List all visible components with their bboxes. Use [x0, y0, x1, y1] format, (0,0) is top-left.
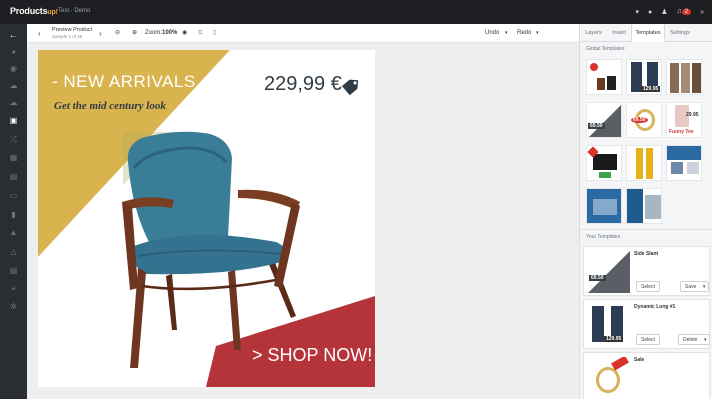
bell-icon[interactable]: ♫ 2	[677, 6, 692, 18]
canvas-tagline[interactable]: Get the mid century look	[54, 100, 166, 112]
template-thumbnail: 69.50	[588, 251, 630, 293]
filter-icon[interactable]: ▾	[635, 7, 639, 18]
image-icon[interactable]: ▭	[0, 190, 27, 202]
shop-now-cta[interactable]: > SHOP NOW!	[252, 345, 372, 366]
your-templates-label: Your Templates	[586, 234, 621, 240]
funny-tee-label: Funny Tee	[669, 129, 694, 135]
template-name: Dynamic Long #1	[634, 304, 676, 310]
global-template-thumb[interactable]: 69.50	[586, 102, 622, 138]
tab-insert[interactable]: Insert	[607, 24, 631, 42]
global-template-thumb[interactable]: 29.95 Funny Tee	[666, 102, 702, 138]
price-tag-icon	[342, 79, 359, 96]
zoom-out-icon[interactable]: ⊖	[115, 24, 120, 43]
notification-badge: 2	[681, 9, 692, 15]
zoom-label: Zoom:	[145, 30, 163, 36]
delete-dropdown[interactable]: Delete ▾	[678, 334, 711, 345]
tab-templates[interactable]: Templates	[631, 24, 665, 42]
preview-title: Preview Product	[52, 27, 93, 33]
settings-icon[interactable]: ✲	[0, 301, 27, 313]
undo-button[interactable]: Undo	[485, 24, 499, 43]
global-template-thumb[interactable]	[586, 59, 622, 95]
grid-icon[interactable]: ▦	[0, 152, 27, 164]
bell-outline-icon[interactable]: △	[0, 246, 27, 258]
your-template-item[interactable]: 69.50 Side Slant Select Save ▾	[583, 246, 710, 296]
template-name: Sale	[634, 357, 645, 363]
global-templates-label: Global Templates	[586, 46, 625, 52]
save-dropdown[interactable]: Save ▾	[680, 281, 710, 292]
editor-workspace: - NEW ARRIVALS - Get the mid century loo…	[27, 43, 579, 399]
chevron-down-icon: ▾	[703, 337, 707, 343]
project-name[interactable]: Test - Demo	[58, 8, 90, 14]
redo-dropdown-icon[interactable]: ▾	[536, 24, 539, 43]
global-template-thumb[interactable]	[626, 188, 662, 224]
your-template-item[interactable]: Sale	[583, 352, 710, 399]
top-bar-icons: ▾ ● ♟ ♫ 2 »	[635, 6, 704, 18]
global-template-thumb[interactable]	[586, 145, 622, 181]
global-template-thumb[interactable]	[626, 145, 662, 181]
select-button[interactable]: Select	[636, 334, 660, 345]
template-name: Side Slant	[634, 251, 659, 257]
warning-icon[interactable]: ▲	[0, 227, 27, 239]
bar-chart-icon[interactable]: ▮	[0, 209, 27, 221]
document-icon[interactable]: ▤	[0, 171, 27, 183]
chevron-icon[interactable]: »	[700, 7, 704, 18]
preview-subtitle: Sample 1 of 46	[52, 34, 83, 39]
left-nav-rail: ← ◕ ◉ ☁ ☁ ▣ ⤮ ▦ ▤ ▭ ▮ ▲ △ ▤ ≡ ✲	[0, 24, 27, 399]
notes-icon[interactable]: ▤	[0, 265, 27, 277]
tab-layers[interactable]: Layers	[580, 24, 607, 42]
hierarchy-icon[interactable]: ≡	[0, 283, 27, 295]
top-bar: Productsup! Test - Demo ▾ ● ♟ ♫ 2 »	[0, 0, 712, 24]
dashboard-icon[interactable]: ◕	[0, 46, 27, 58]
zoom-value[interactable]: 100%	[162, 24, 177, 43]
chevron-right-icon[interactable]: ›	[99, 24, 102, 43]
page-icon[interactable]: ▯	[213, 24, 216, 43]
editor-toolbar: ‹ Preview Product Sample 1 of 46 › ⊖ ⊕ Z…	[27, 24, 579, 43]
select-button[interactable]: Select	[636, 281, 660, 292]
design-canvas[interactable]: - NEW ARRIVALS - Get the mid century loo…	[38, 50, 375, 387]
user-icon[interactable]: ♟	[661, 7, 667, 18]
section-divider	[580, 229, 712, 230]
cloud-icon[interactable]: ☁	[0, 80, 27, 92]
eye-icon[interactable]: ◉	[182, 24, 187, 43]
shuffle-icon[interactable]: ⤮	[0, 134, 27, 146]
canvas-price[interactable]: 229,99 €	[264, 73, 342, 96]
tab-settings[interactable]: Settings	[665, 24, 695, 42]
redo-button[interactable]: Redo	[517, 24, 531, 43]
chevron-down-icon: ▾	[702, 284, 706, 290]
undo-dropdown-icon[interactable]: ▾	[505, 24, 508, 43]
app-logo[interactable]: Productsup!	[10, 6, 58, 16]
cloud-upload-icon[interactable]: ☁	[0, 97, 27, 109]
right-panel: Layers Insert Templates Settings Global …	[579, 24, 712, 399]
global-template-thumb[interactable]	[666, 59, 702, 95]
canvas-headline[interactable]: - NEW ARRIVALS -	[52, 72, 207, 92]
copy-icon[interactable]: ⧉	[198, 24, 202, 43]
global-template-thumb[interactable]: 69.50	[626, 102, 662, 138]
your-template-item[interactable]: 129.95 Dynamic Long #1 Select Delete ▾	[583, 299, 711, 349]
design-editor-icon[interactable]: ▣	[0, 115, 27, 127]
compass-icon[interactable]: ◉	[0, 63, 27, 75]
global-template-thumb[interactable]: 129.95	[626, 59, 662, 95]
template-thumbnail	[588, 357, 630, 399]
back-arrow-icon[interactable]: ←	[0, 30, 27, 42]
zoom-in-icon[interactable]: ⊕	[132, 24, 137, 43]
help-icon[interactable]: ●	[648, 7, 652, 18]
panel-tabs: Layers Insert Templates Settings	[580, 24, 712, 42]
global-template-thumb[interactable]	[586, 188, 622, 224]
global-template-thumb[interactable]	[666, 145, 702, 181]
template-thumbnail: 129.95	[588, 304, 630, 346]
chevron-left-icon[interactable]: ‹	[38, 24, 41, 43]
